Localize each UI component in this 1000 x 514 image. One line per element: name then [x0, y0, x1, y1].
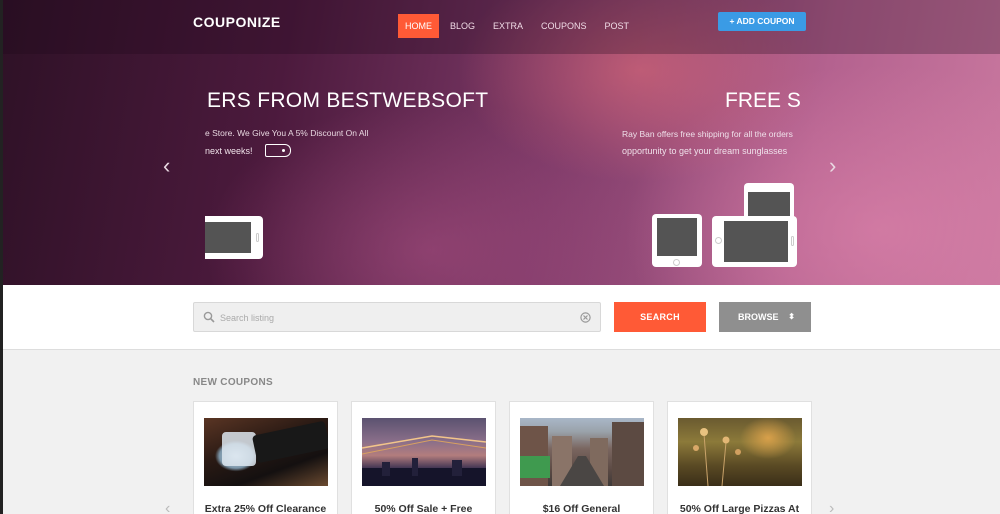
browse-label: BROWSE [738, 312, 779, 322]
site-logo[interactable]: COUPONIZE [193, 14, 281, 30]
coupon-title[interactable]: 50% Off Large Pizzas At [668, 503, 811, 514]
tablet-device-image [205, 216, 263, 259]
coupon-title[interactable]: Extra 25% Off Clearance [194, 503, 337, 514]
search-input[interactable] [220, 309, 560, 326]
chevron-right-icon[interactable]: › [829, 500, 834, 514]
slide-text-right-line1: Ray Ban offers free shipping for all the… [622, 129, 793, 139]
slide-text-right-line2: opportunity to get your dream sunglasses [622, 146, 788, 156]
slide-title-left: ERS FROM BESTWEBSOFT [207, 89, 489, 112]
slide-text-left-line1: e Store. We Give You A 5% Discount On Al… [205, 128, 369, 138]
large-tablet-image [712, 216, 797, 267]
wildflowers-photo[interactable] [678, 418, 802, 486]
hero-slider: COUPONIZE HOME BLOG EXTRA COUPONS POST +… [0, 0, 1000, 285]
coupon-card[interactable]: $16 Off General [509, 401, 654, 514]
chevron-left-icon[interactable]: ‹ [163, 155, 170, 177]
section-title-new-coupons: NEW COUPONS [193, 377, 273, 388]
nav-blog[interactable]: BLOG [443, 14, 482, 38]
coupon-card[interactable]: 50% Off Large Pizzas At [667, 401, 812, 514]
small-tablet-image [652, 214, 702, 267]
smartwatch-photo[interactable] [204, 418, 328, 486]
browse-button[interactable]: BROWSE ⬍ [719, 302, 811, 332]
coupon-title[interactable]: 50% Off Sale + Free [352, 503, 495, 514]
search-box[interactable] [193, 302, 601, 332]
search-icon [203, 311, 215, 323]
nav-home[interactable]: HOME [398, 14, 439, 38]
nav-coupons[interactable]: COUPONS [534, 14, 594, 38]
coupon-card[interactable]: Extra 25% Off Clearance [193, 401, 338, 514]
chevron-left-icon[interactable]: ‹ [165, 500, 170, 514]
bridge-night-photo[interactable] [362, 418, 486, 486]
coupon-card[interactable]: 50% Off Sale + Free [351, 401, 496, 514]
slide-title-right: FREE SHIPPING [725, 89, 800, 112]
phone-landscape-image [744, 183, 794, 220]
nav-extra[interactable]: EXTRA [486, 14, 530, 38]
search-button[interactable]: SEARCH [614, 302, 706, 332]
coupon-title[interactable]: $16 Off General [510, 503, 653, 514]
updown-caret-icon: ⬍ [788, 312, 795, 321]
clear-icon[interactable] [580, 312, 591, 323]
chevron-right-icon[interactable]: › [829, 155, 836, 177]
add-coupon-button[interactable]: + ADD COUPON [718, 12, 806, 31]
city-street-photo[interactable] [520, 418, 644, 486]
slide-text-left-line2: next weeks! [205, 146, 253, 156]
nav-post[interactable]: POST [598, 14, 637, 38]
tag-icon[interactable] [265, 144, 291, 157]
window-edge [0, 0, 3, 514]
main-nav: HOME BLOG EXTRA COUPONS POST [398, 14, 640, 38]
